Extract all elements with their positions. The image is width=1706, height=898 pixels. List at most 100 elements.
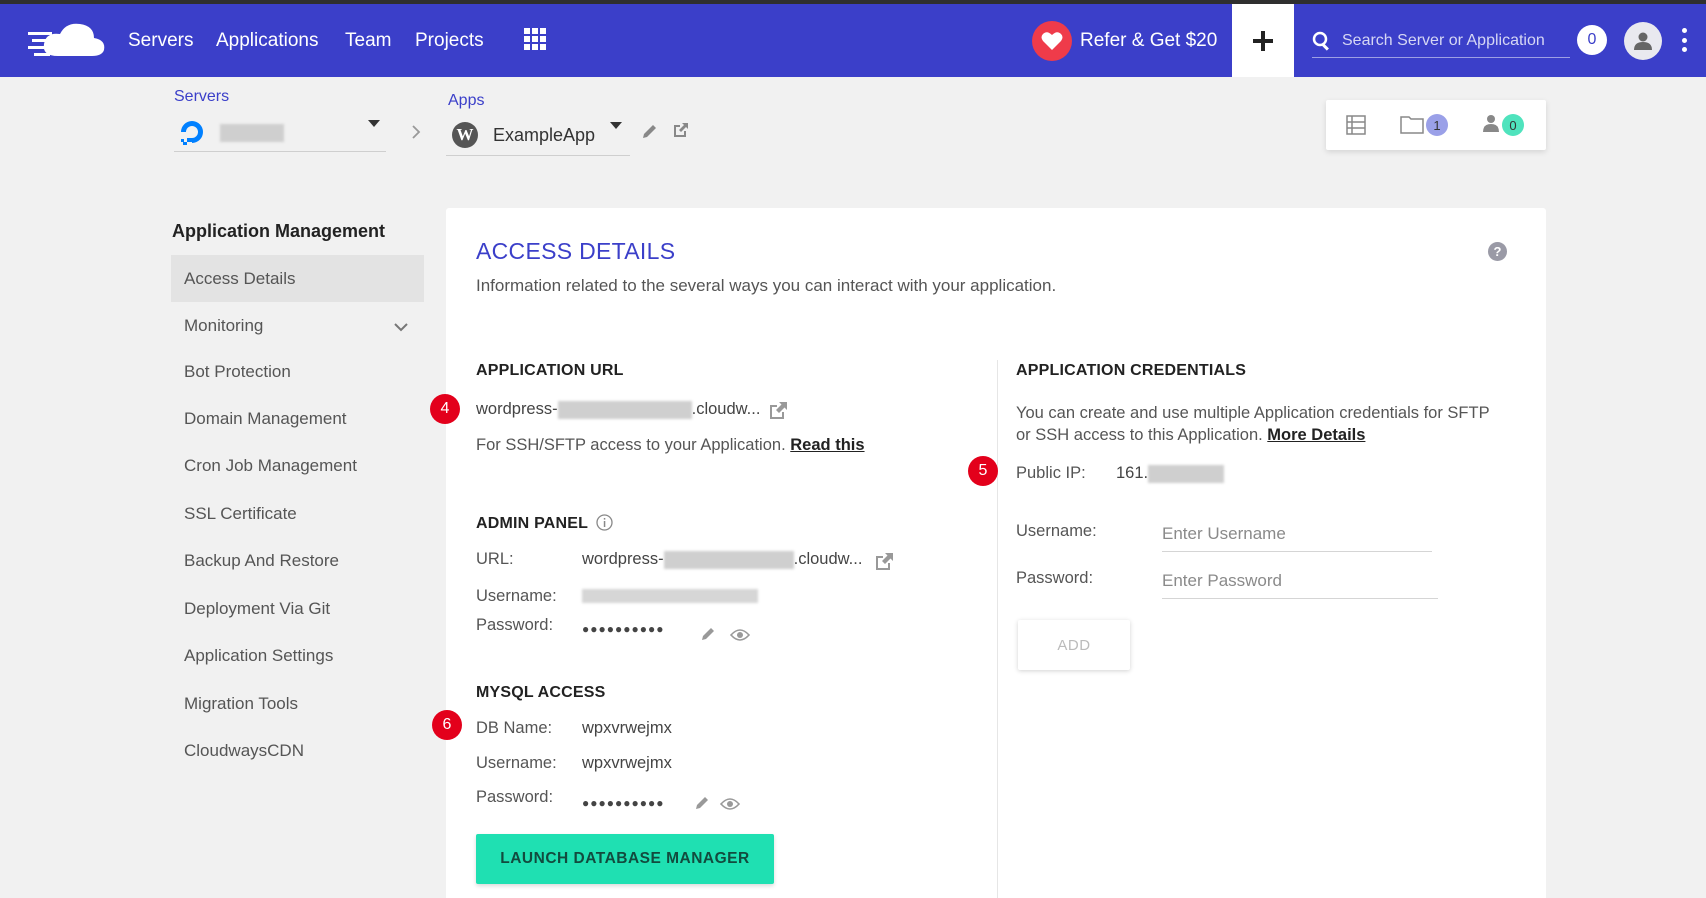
info-icon[interactable]: [596, 514, 613, 531]
admin-password-label: Password:: [476, 616, 554, 634]
open-url-external-icon[interactable]: [769, 401, 788, 420]
launch-database-manager-button[interactable]: LAUNCH DATABASE MANAGER: [476, 834, 774, 884]
app-url-redacted: [557, 400, 692, 419]
public-ip-redacted: [1148, 464, 1225, 483]
sidebar-item-application-settings[interactable]: Application Settings: [171, 632, 424, 679]
digitalocean-icon: [181, 121, 203, 145]
read-this-link[interactable]: Read this: [790, 436, 864, 454]
list-icon[interactable]: [1346, 115, 1366, 135]
show-admin-password-icon[interactable]: [730, 628, 750, 642]
access-details-card: ACCESS DETAILS Information related to th…: [430, 208, 1546, 898]
credential-username-input[interactable]: [1162, 516, 1432, 552]
admin-password-mask: ●●●●●●●●●●: [582, 622, 665, 636]
credential-password-input[interactable]: [1162, 563, 1438, 599]
credentials-desc-line2: or SSH access to this Application.: [1016, 426, 1263, 444]
more-details-link[interactable]: More Details: [1267, 426, 1365, 444]
search-input[interactable]: [1342, 31, 1564, 50]
cloudways-logo[interactable]: [28, 20, 106, 60]
application-url-title: APPLICATION URL: [476, 362, 624, 379]
edit-admin-password-icon[interactable]: [700, 625, 717, 642]
open-app-external-icon[interactable]: [672, 121, 690, 139]
db-username-label: Username:: [476, 754, 557, 772]
sidebar-item-label: Monitoring: [184, 315, 264, 335]
notification-count-badge[interactable]: 0: [1577, 25, 1607, 55]
sidebar-item-label: CloudwaysCDN: [184, 740, 304, 760]
user-avatar[interactable]: [1624, 22, 1662, 60]
nav-team[interactable]: Team: [345, 30, 391, 52]
admin-url-prefix: wordpress-: [582, 550, 664, 568]
open-admin-external-icon[interactable]: [875, 552, 894, 571]
sidebar-item-label: Access Details: [184, 268, 296, 288]
nav-servers[interactable]: Servers: [128, 30, 193, 52]
sidebar-title: Application Management: [172, 221, 386, 241]
public-ip-prefix: 161.: [1116, 464, 1149, 482]
public-ip-value: 161.: [1116, 464, 1225, 483]
sidebar-item-cron-job-management[interactable]: Cron Job Management: [171, 442, 424, 489]
app-caret-icon: [610, 122, 622, 129]
ssh-info-text: For SSH/SFTP access to your Application.…: [476, 436, 865, 455]
sidebar-item-access-details[interactable]: Access Details: [171, 255, 424, 302]
projects-count-badge: 1: [1426, 114, 1448, 136]
mysql-access-title: MYSQL ACCESS: [476, 684, 606, 701]
sidebar-item-domain-management[interactable]: Domain Management: [171, 395, 424, 442]
sidebar-item-deployment-via-git[interactable]: Deployment Via Git: [171, 585, 424, 632]
refer-label: Refer & Get $20: [1080, 30, 1218, 51]
admin-url-label: URL:: [476, 550, 514, 568]
nav-applications[interactable]: Applications: [216, 30, 318, 52]
folder-icon[interactable]: [1400, 114, 1424, 134]
sidebar-item-label: SSL Certificate: [184, 503, 297, 523]
page-title: ACCESS DETAILS: [476, 238, 676, 264]
team-user-icon[interactable]: [1482, 114, 1500, 134]
application-url[interactable]: wordpress- .cloudw...: [476, 400, 760, 419]
chevron-right-icon: [412, 125, 421, 139]
server-name-redacted: [220, 124, 284, 142]
sidebar-item-label: Backup And Restore: [184, 550, 339, 570]
sidebar-item-migration-tools[interactable]: Migration Tools: [171, 680, 424, 727]
step-marker-4: 4: [430, 394, 460, 424]
credential-username-label: Username:: [1016, 522, 1097, 540]
admin-username-label: Username:: [476, 587, 557, 605]
step-marker-6: 6: [432, 710, 462, 740]
sidebar-item-backup-and-restore[interactable]: Backup And Restore: [171, 537, 424, 584]
db-username-value: wpxvrwejmx: [582, 754, 672, 772]
add-credential-button[interactable]: ADD: [1018, 620, 1130, 670]
apps-grid-icon[interactable]: [524, 28, 546, 50]
admin-url[interactable]: wordpress- .cloudw...: [582, 550, 862, 569]
sidebar-item-bot-protection[interactable]: Bot Protection: [171, 348, 424, 395]
column-divider: [997, 360, 998, 898]
show-db-password-icon[interactable]: [720, 797, 740, 811]
db-password-mask: ●●●●●●●●●●: [582, 796, 665, 810]
sidebar-item-monitoring[interactable]: Monitoring: [171, 302, 424, 349]
refer-button[interactable]: Refer & Get $20: [1032, 20, 1217, 62]
edit-app-name-icon[interactable]: [641, 122, 659, 140]
server-selector[interactable]: [174, 114, 386, 152]
app-url-suffix: .cloudw...: [691, 400, 761, 418]
sidebar-item-cloudwayscdn[interactable]: CloudwaysCDN: [171, 727, 424, 774]
more-menu-icon[interactable]: [1681, 28, 1687, 52]
db-name-value: wpxvrwejmx: [582, 719, 672, 737]
wordpress-icon: W: [452, 122, 478, 148]
search-bar: [1312, 24, 1570, 58]
sidebar-item-label: Domain Management: [184, 408, 347, 428]
credentials-description: You can create and use multiple Applicat…: [1016, 402, 1526, 446]
servers-label: Servers: [174, 88, 230, 105]
server-caret-icon: [368, 120, 380, 127]
sidebar-item-label: Application Settings: [184, 645, 334, 665]
nav-projects[interactable]: Projects: [415, 30, 484, 52]
help-icon[interactable]: ?: [1488, 242, 1507, 261]
search-icon: [1312, 31, 1329, 51]
apps-label: Apps: [448, 92, 485, 109]
add-new-button[interactable]: [1232, 4, 1294, 77]
db-name-label: DB Name:: [476, 719, 553, 737]
app-selector[interactable]: W ExampleApp: [446, 116, 630, 156]
chevron-down-icon: [394, 323, 408, 332]
sidebar-item-label: Cron Job Management: [184, 455, 357, 475]
sidebar-item-label: Migration Tools: [184, 693, 299, 713]
admin-url-suffix: .cloudw...: [793, 550, 863, 568]
user-icon: [1634, 32, 1652, 50]
edit-db-password-icon[interactable]: [694, 794, 711, 811]
heart-icon: [1032, 21, 1072, 61]
quick-info-panel: 1 0: [1326, 100, 1546, 150]
db-password-label: Password:: [476, 788, 554, 806]
sidebar-item-ssl-certificate[interactable]: SSL Certificate: [171, 490, 424, 537]
